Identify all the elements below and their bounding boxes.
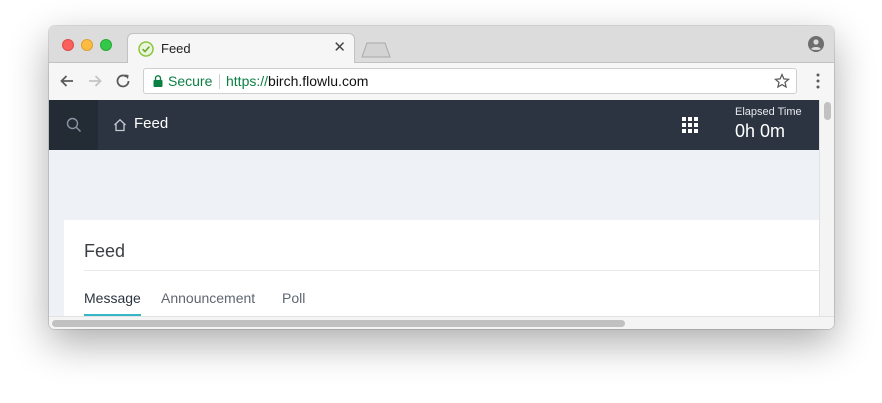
feed-title-divider — [84, 270, 819, 271]
page-viewport: Feed Elapsed Time 0h 0m Feed Message Ann… — [49, 100, 834, 329]
back-arrow-icon[interactable] — [58, 72, 76, 90]
address-divider — [219, 74, 220, 89]
new-tab-button[interactable] — [361, 42, 391, 58]
elapsed-time-label: Elapsed Time — [735, 106, 802, 118]
browser-tab[interactable]: Feed ✕ — [127, 33, 355, 63]
tab-close-icon[interactable]: ✕ — [333, 39, 346, 57]
page-title: Feed — [134, 115, 169, 132]
check-shield-icon — [138, 41, 154, 57]
tab-announcement[interactable]: Announcement — [161, 290, 255, 306]
browser-menu-icon[interactable] — [816, 73, 820, 89]
window-maximize-button[interactable] — [100, 39, 112, 51]
apps-grid-icon[interactable] — [682, 117, 698, 133]
tab-poll[interactable]: Poll — [282, 290, 305, 306]
vertical-scrollbar-thumb[interactable] — [824, 102, 831, 120]
secure-label: Secure — [168, 73, 213, 89]
header-search-button[interactable] — [49, 100, 98, 150]
browser-toolbar: Secure https://birch.flowlu.com — [49, 63, 834, 101]
address-bar[interactable]: Secure https://birch.flowlu.com — [143, 68, 797, 94]
search-icon — [66, 117, 81, 132]
tab-strip: Feed ✕ — [49, 26, 834, 63]
window-minimize-button[interactable] — [81, 39, 93, 51]
forward-arrow-icon[interactable] — [86, 72, 104, 90]
vertical-scrollbar[interactable] — [819, 100, 834, 316]
profile-icon[interactable] — [808, 36, 824, 52]
horizontal-scrollbar-thumb[interactable] — [52, 320, 625, 327]
url-host: birch.flowlu.com — [268, 73, 369, 89]
url-scheme: https:// — [226, 73, 269, 89]
lock-icon — [153, 75, 163, 87]
feed-title: Feed — [84, 241, 126, 261]
bookmark-star-icon[interactable] — [774, 73, 790, 89]
url-text: https://birch.flowlu.com — [226, 73, 368, 89]
reload-icon[interactable] — [114, 72, 132, 90]
feed-card: Feed Message Announcement Poll — [64, 220, 819, 320]
tab-message[interactable]: Message — [84, 290, 141, 306]
horizontal-scrollbar[interactable] — [49, 316, 834, 329]
app-header: Feed Elapsed Time 0h 0m — [49, 100, 819, 150]
browser-window: Feed ✕ Secure https://birch.flowlu.com F… — [49, 26, 834, 329]
tab-title: Feed — [161, 41, 191, 56]
elapsed-time-value: 0h 0m — [735, 121, 786, 141]
window-close-button[interactable] — [62, 39, 74, 51]
home-icon — [114, 118, 126, 132]
